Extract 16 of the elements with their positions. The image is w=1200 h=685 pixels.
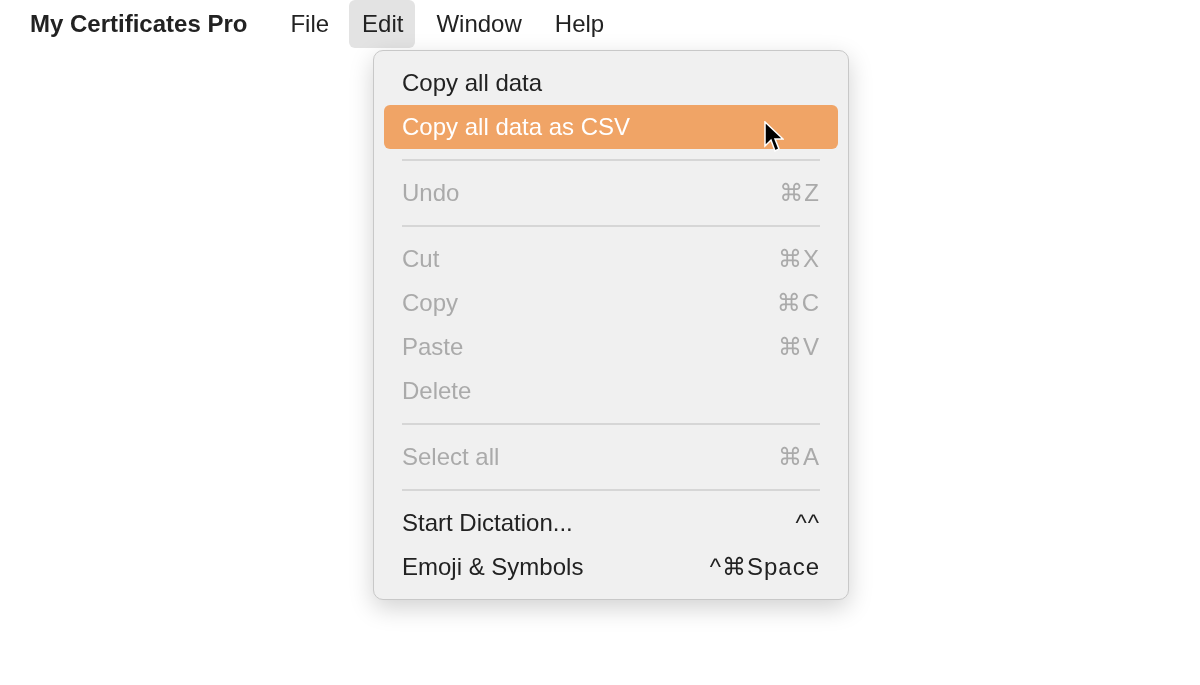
- menu-item[interactable]: Start Dictation... ^^: [384, 501, 838, 545]
- menu-title[interactable]: Window: [423, 0, 534, 48]
- shortcut-text: ⌘C: [776, 289, 820, 317]
- menu-title[interactable]: Edit: [349, 0, 416, 48]
- menu-item[interactable]: Copy all data: [384, 61, 838, 105]
- menu-item[interactable]: Emoji & Symbols ^⌘Space: [384, 545, 838, 589]
- app-name: My Certificates Pro: [30, 10, 248, 38]
- menu-title[interactable]: File: [277, 0, 342, 48]
- shortcut-text: ^^: [795, 509, 820, 537]
- shortcut-text: ^⌘Space: [709, 553, 820, 581]
- shortcut-text: ⌘A: [778, 443, 820, 471]
- shortcut-text: ⌘V: [778, 333, 820, 361]
- menu-title[interactable]: Help: [541, 0, 617, 48]
- shortcut-text: ⌘Z: [779, 179, 820, 207]
- shortcut-text: ⌘X: [778, 245, 820, 273]
- pointer-icon: [764, 121, 784, 153]
